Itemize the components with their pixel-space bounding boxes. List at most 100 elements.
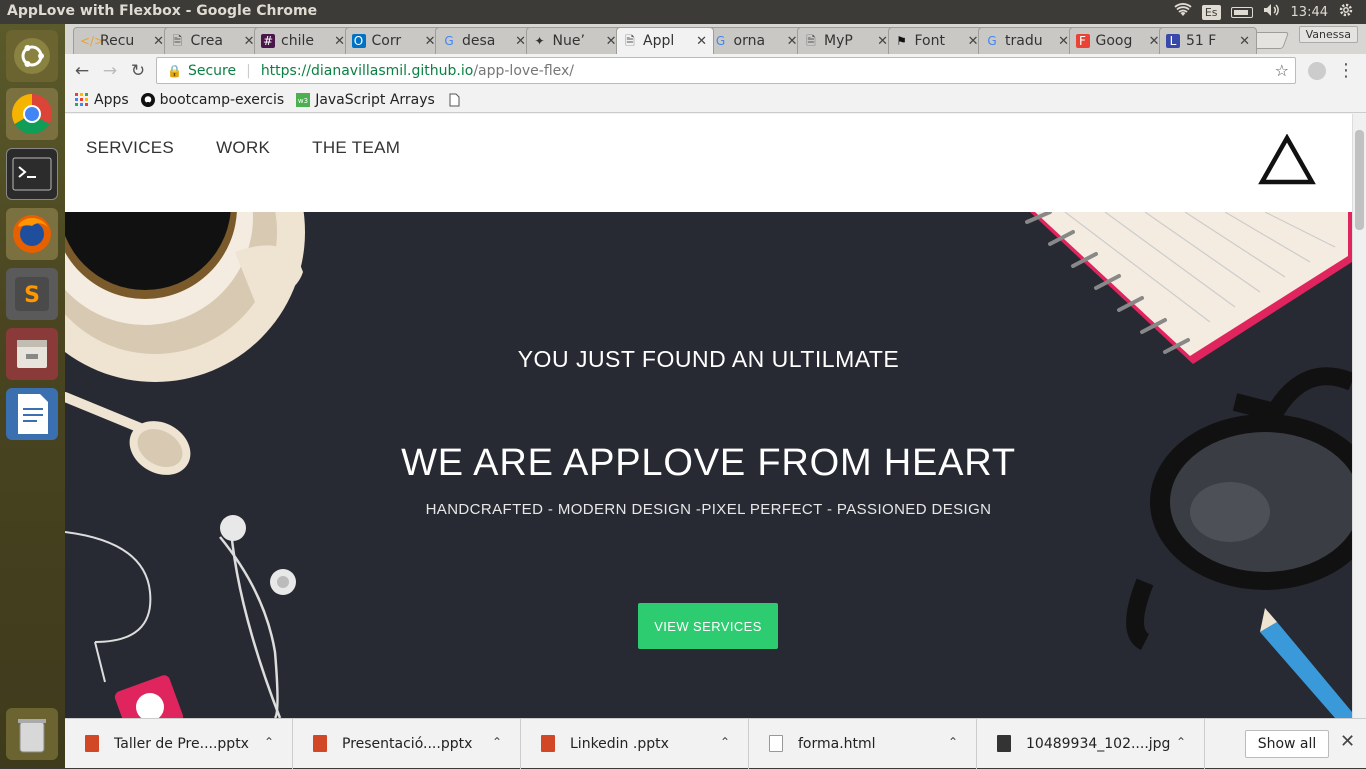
tab-close-icon[interactable]: ✕ [696,34,707,49]
bookmark-star-icon[interactable]: ☆ [1275,61,1289,80]
settings-gear-icon[interactable] [1338,2,1354,22]
secure-label[interactable]: Secure [188,63,236,79]
tab-label: orna [733,33,766,49]
reload-icon[interactable]: ↻ [127,60,149,82]
browser-tab[interactable]: 🗎 Appl ✕ [616,27,714,54]
tab-close-icon[interactable]: ✕ [1239,34,1250,49]
hero-subtitle: YOU JUST FOUND AN ULTILMATE [517,346,900,372]
hero-title: WE ARE APPLOVE FROM HEART [401,442,1016,484]
chrome-menu-icon[interactable]: ⋮ [1337,60,1355,81]
trash-launcher-icon[interactable] [6,708,58,760]
download-item[interactable]: Presentació....pptx ⌃ [293,718,521,769]
system-tray: Es 13:44 [1174,0,1366,24]
tab-close-icon[interactable]: ✕ [153,34,164,49]
writer-launcher-icon[interactable] [6,388,58,440]
show-all-downloads-button[interactable]: Show all [1245,730,1329,758]
tab-label: Appl [643,33,675,49]
download-item[interactable]: 10489934_102....jpg ⌃ [977,718,1205,769]
bookmark-untitled[interactable] [447,93,461,107]
tab-close-icon[interactable]: ✕ [334,34,345,49]
chevron-up-icon[interactable]: ⌃ [1176,735,1186,749]
browser-tab[interactable]: Gorna ✕ [706,27,805,54]
browser-tab[interactable]: O Corr ✕ [344,27,443,54]
tab-close-icon[interactable]: ✕ [425,34,436,49]
page-viewport: SERVICES WORK THE TEAM YOU JUST FOUND AN… [65,114,1352,718]
browser-tab[interactable]: # chile ✕ [254,27,352,54]
tab-close-icon[interactable]: ✕ [877,34,888,49]
browser-tab[interactable]: ✦ Nue’ ✕ [525,27,624,54]
keyboard-layout-indicator[interactable]: Es [1201,4,1221,20]
bookmark-bootcamp[interactable]: bootcamp-exercis [140,92,284,108]
ubuntu-dash-icon[interactable] [6,30,58,82]
tab-close-icon[interactable]: ✕ [244,34,255,49]
back-arrow-icon[interactable]: ← [71,60,93,82]
scrollbar-thumb[interactable] [1355,130,1364,230]
browser-tab[interactable]: L 51 F ✕ [1159,27,1257,54]
lock-icon[interactable]: 🔒 [167,64,182,78]
files-launcher-icon[interactable] [6,328,58,380]
earphones-illustration [65,515,296,718]
volume-icon[interactable] [1263,3,1281,21]
address-bar[interactable]: 🔒 Secure | https://dianavillasmil.github… [156,57,1296,84]
slack-icon: # [261,34,275,48]
code-icon: </> [80,34,105,48]
address-separator: | [246,62,251,79]
flag-icon: ⚑ [896,34,907,48]
tab-close-icon[interactable]: ✕ [1058,34,1069,49]
chrome-launcher-icon[interactable] [6,88,58,140]
tab-close-icon[interactable]: ✕ [606,34,617,49]
terminal-launcher-icon[interactable] [6,148,58,200]
script-icon: ✦ [534,34,545,48]
browser-window: Vanessa </> Recu ✕ 🗎 Crea ✕ # chile ✕ O Corr ✕ Gdesa… [65,24,1366,769]
profile-button[interactable]: Vanessa [1298,26,1358,43]
browser-toolbar: ← → ↻ 🔒 Secure | https://dianavillasmil.… [65,54,1366,87]
close-icon[interactable]: ✕ [1340,731,1355,752]
forward-arrow-icon[interactable]: → [99,60,121,82]
chevron-up-icon[interactable]: ⌃ [720,735,730,749]
browser-tab[interactable]: 🗎 Crea ✕ [163,27,262,54]
nav-work[interactable]: WORK [216,138,270,158]
triangle-logo-icon[interactable] [1257,134,1317,186]
w3-icon: w3 [296,92,311,107]
nav-the-team[interactable]: THE TEAM [312,138,400,158]
page-icon: 🗎 [806,34,816,48]
browser-tab[interactable]: F Goog ✕ [1068,27,1167,54]
hero-tagline: HANDCRAFTED - MODERN DESIGN -PIXEL PERFE… [425,501,992,518]
chevron-up-icon[interactable]: ⌃ [948,735,958,749]
bookmark-apps[interactable]: Apps [75,92,129,108]
tab-close-icon[interactable]: ✕ [787,34,798,49]
page-scrollbar[interactable] [1352,114,1366,718]
browser-tab[interactable]: 🗎 MyP ✕ [797,27,895,54]
page-icon: 🗎 [625,34,635,48]
clock[interactable]: 13:44 [1291,5,1328,20]
pptx-file-icon [85,735,99,752]
extension-icon[interactable] [1308,62,1326,80]
tab-label: Nue’ [552,33,585,49]
wifi-icon[interactable] [1174,3,1192,21]
l-icon: L [1166,34,1180,48]
chevron-up-icon[interactable]: ⌃ [492,735,502,749]
firefox-launcher-icon[interactable] [6,208,58,260]
tab-close-icon[interactable]: ✕ [968,34,979,49]
view-services-button[interactable]: VIEW SERVICES [638,603,778,649]
url-host: https://dianavillasmil.github.io [260,62,474,79]
download-item[interactable]: Taller de Pre....pptx ⌃ [65,718,293,769]
browser-tab[interactable]: Gdesa ✕ [435,27,533,54]
tab-close-icon[interactable]: ✕ [515,34,526,49]
nav-services[interactable]: SERVICES [86,138,174,158]
browser-tab[interactable]: Gtradu ✕ [978,27,1076,54]
battery-icon[interactable] [1230,6,1253,18]
download-item[interactable]: forma.html ⌃ [749,718,977,769]
browser-tab[interactable]: ⚑ Font ✕ [887,27,986,54]
tab-close-icon[interactable]: ✕ [1149,34,1160,49]
bookmark-js-arrays[interactable]: w3 JavaScript Arrays [296,92,435,108]
browser-tab[interactable]: </> Recu ✕ [73,27,171,54]
chevron-up-icon[interactable]: ⌃ [264,735,274,749]
sublime-launcher-icon[interactable]: S [6,268,58,320]
notebook-illustration [1025,212,1352,364]
download-item[interactable]: Linkedin .pptx ⌃ [521,718,749,769]
system-top-panel: AppLove with Flexbox - Google Chrome Es … [0,0,1366,24]
site-header: SERVICES WORK THE TEAM [65,114,1352,212]
google-icon: G [444,34,454,48]
tab-label: tradu [1005,33,1043,49]
